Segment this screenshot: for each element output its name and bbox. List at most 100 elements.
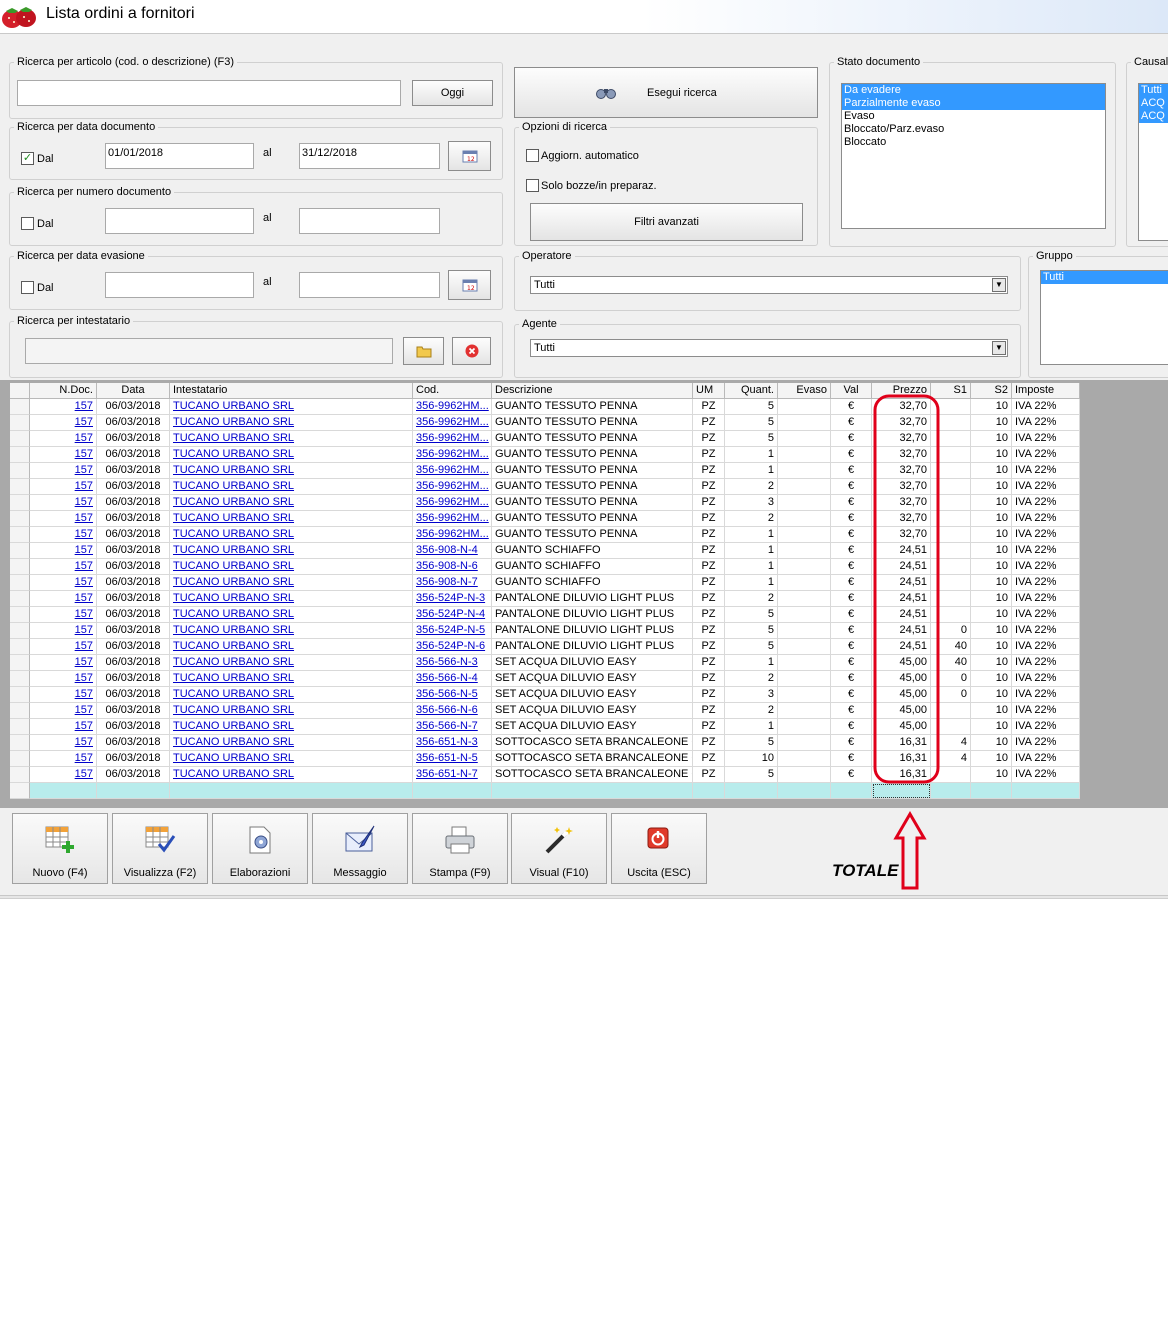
evasion-date-to-input[interactable]: [299, 272, 440, 298]
doc-number-cell[interactable]: 157: [30, 719, 97, 735]
causal-option[interactable]: ACQ: [1139, 97, 1168, 110]
code-cell[interactable]: 356-908-N-7: [413, 575, 492, 591]
code-cell[interactable]: 356-651-N-5: [413, 751, 492, 767]
table-row[interactable]: 157 06/03/2018 TUCANO URBANO SRL 356-908-N-…: [10, 559, 1080, 575]
holder-cell[interactable]: TUCANO URBANO SRL: [170, 415, 413, 431]
doc-number-to-input[interactable]: [299, 208, 440, 234]
chevron-down-icon[interactable]: ▼: [992, 278, 1006, 292]
holder-cell[interactable]: TUCANO URBANO SRL: [170, 495, 413, 511]
row-selector[interactable]: [10, 735, 30, 751]
column-header[interactable]: Quant.: [725, 383, 778, 399]
column-header[interactable]: N.Doc.: [30, 383, 97, 399]
uscita-button[interactable]: Uscita (ESC): [611, 813, 707, 884]
holder-cell[interactable]: TUCANO URBANO SRL: [170, 655, 413, 671]
doc-number-cell[interactable]: 157: [30, 431, 97, 447]
agent-select[interactable]: Tutti ▼: [530, 339, 1008, 357]
row-selector[interactable]: [10, 591, 30, 607]
doc-number-cell[interactable]: 157: [30, 543, 97, 559]
code-cell[interactable]: 356-566-N-5: [413, 687, 492, 703]
doc-number-cell[interactable]: 157: [30, 495, 97, 511]
column-header[interactable]: Cod.: [413, 383, 492, 399]
doc-state-option[interactable]: Evaso: [842, 110, 1105, 123]
new-row-cell[interactable]: [170, 783, 413, 799]
code-cell[interactable]: 356-566-N-7: [413, 719, 492, 735]
holder-cell[interactable]: TUCANO URBANO SRL: [170, 479, 413, 495]
holder-cell[interactable]: TUCANO URBANO SRL: [170, 591, 413, 607]
code-cell[interactable]: 356-651-N-3: [413, 735, 492, 751]
doc-number-cell[interactable]: 157: [30, 751, 97, 767]
doc-number-cell[interactable]: 157: [30, 463, 97, 479]
table-row[interactable]: 157 06/03/2018 TUCANO URBANO SRL 356-9962HM…: [10, 479, 1080, 495]
holder-cell[interactable]: TUCANO URBANO SRL: [170, 447, 413, 463]
new-row-cell[interactable]: [30, 783, 97, 799]
new-row-cell[interactable]: [725, 783, 778, 799]
nuovo-button[interactable]: Nuovo (F4): [12, 813, 108, 884]
doc-number-cell[interactable]: 157: [30, 575, 97, 591]
code-cell[interactable]: 356-566-N-3: [413, 655, 492, 671]
doc-number-cell[interactable]: 157: [30, 655, 97, 671]
new-row-cell[interactable]: [1012, 783, 1080, 799]
table-row[interactable]: 157 06/03/2018 TUCANO URBANO SRL 356-524P-N…: [10, 607, 1080, 623]
row-selector[interactable]: [10, 575, 30, 591]
column-header[interactable]: S1: [931, 383, 971, 399]
table-row[interactable]: 157 06/03/2018 TUCANO URBANO SRL 356-524P-N…: [10, 639, 1080, 655]
holder-cell[interactable]: TUCANO URBANO SRL: [170, 559, 413, 575]
table-row[interactable]: 157 06/03/2018 TUCANO URBANO SRL 356-566-N-…: [10, 687, 1080, 703]
new-row-cell[interactable]: [831, 783, 872, 799]
table-row[interactable]: 157 06/03/2018 TUCANO URBANO SRL 356-9962HM…: [10, 431, 1080, 447]
code-cell[interactable]: 356-566-N-6: [413, 703, 492, 719]
holder-cell[interactable]: TUCANO URBANO SRL: [170, 639, 413, 655]
chevron-down-icon[interactable]: ▼: [992, 341, 1006, 355]
doc-number-cell[interactable]: 157: [30, 671, 97, 687]
doc-date-calendar-button[interactable]: 12: [448, 141, 491, 171]
row-selector[interactable]: [10, 639, 30, 655]
code-cell[interactable]: 356-566-N-4: [413, 671, 492, 687]
row-selector[interactable]: [10, 687, 30, 703]
new-row-cell[interactable]: [872, 783, 931, 799]
doc-number-cell[interactable]: 157: [30, 735, 97, 751]
code-cell[interactable]: 356-524P-N-6: [413, 639, 492, 655]
holder-cell[interactable]: TUCANO URBANO SRL: [170, 735, 413, 751]
new-row-cell[interactable]: [971, 783, 1012, 799]
row-selector[interactable]: [10, 719, 30, 735]
doc-number-cell[interactable]: 157: [30, 511, 97, 527]
table-row[interactable]: 157 06/03/2018 TUCANO URBANO SRL 356-9962HM…: [10, 415, 1080, 431]
doc-number-cell[interactable]: 157: [30, 559, 97, 575]
doc-state-option[interactable]: Bloccato/Parz.evaso: [842, 123, 1105, 136]
elaborazioni-button[interactable]: Elaborazioni: [212, 813, 308, 884]
row-selector[interactable]: [10, 431, 30, 447]
table-row[interactable]: 157 06/03/2018 TUCANO URBANO SRL 356-566-N-…: [10, 671, 1080, 687]
doc-number-cell[interactable]: 157: [30, 607, 97, 623]
code-cell[interactable]: 356-524P-N-3: [413, 591, 492, 607]
column-header[interactable]: Evaso: [778, 383, 831, 399]
table-row[interactable]: 157 06/03/2018 TUCANO URBANO SRL 356-566-N-…: [10, 719, 1080, 735]
code-cell[interactable]: 356-908-N-6: [413, 559, 492, 575]
code-cell[interactable]: 356-908-N-4: [413, 543, 492, 559]
code-cell[interactable]: 356-9962HM...: [413, 431, 492, 447]
new-row-cell[interactable]: [778, 783, 831, 799]
operator-select[interactable]: Tutti ▼: [530, 276, 1008, 294]
evasion-date-from-input[interactable]: [105, 272, 254, 298]
row-selector[interactable]: [10, 671, 30, 687]
table-row[interactable]: 157 06/03/2018 TUCANO URBANO SRL 356-9962HM…: [10, 527, 1080, 543]
code-cell[interactable]: 356-9962HM...: [413, 511, 492, 527]
doc-number-cell[interactable]: 157: [30, 767, 97, 783]
group-option[interactable]: Tutti: [1041, 271, 1168, 284]
doc-number-checkbox[interactable]: [21, 217, 34, 230]
code-cell[interactable]: 356-524P-N-5: [413, 623, 492, 639]
causal-option[interactable]: Tutti: [1139, 84, 1168, 97]
code-cell[interactable]: 356-9962HM...: [413, 479, 492, 495]
holder-cell[interactable]: TUCANO URBANO SRL: [170, 527, 413, 543]
holder-cell[interactable]: TUCANO URBANO SRL: [170, 671, 413, 687]
table-row[interactable]: 157 06/03/2018 TUCANO URBANO SRL 356-651-N-…: [10, 751, 1080, 767]
doc-number-cell[interactable]: 157: [30, 703, 97, 719]
holder-cell[interactable]: TUCANO URBANO SRL: [170, 431, 413, 447]
doc-date-from-input[interactable]: 01/01/2018: [105, 143, 254, 169]
code-cell[interactable]: 356-9962HM...: [413, 495, 492, 511]
code-cell[interactable]: 356-9962HM...: [413, 399, 492, 415]
row-selector[interactable]: [10, 751, 30, 767]
row-selector[interactable]: [10, 527, 30, 543]
table-row[interactable]: 157 06/03/2018 TUCANO URBANO SRL 356-9962HM…: [10, 511, 1080, 527]
new-row-cell[interactable]: [413, 783, 492, 799]
code-cell[interactable]: 356-9962HM...: [413, 447, 492, 463]
